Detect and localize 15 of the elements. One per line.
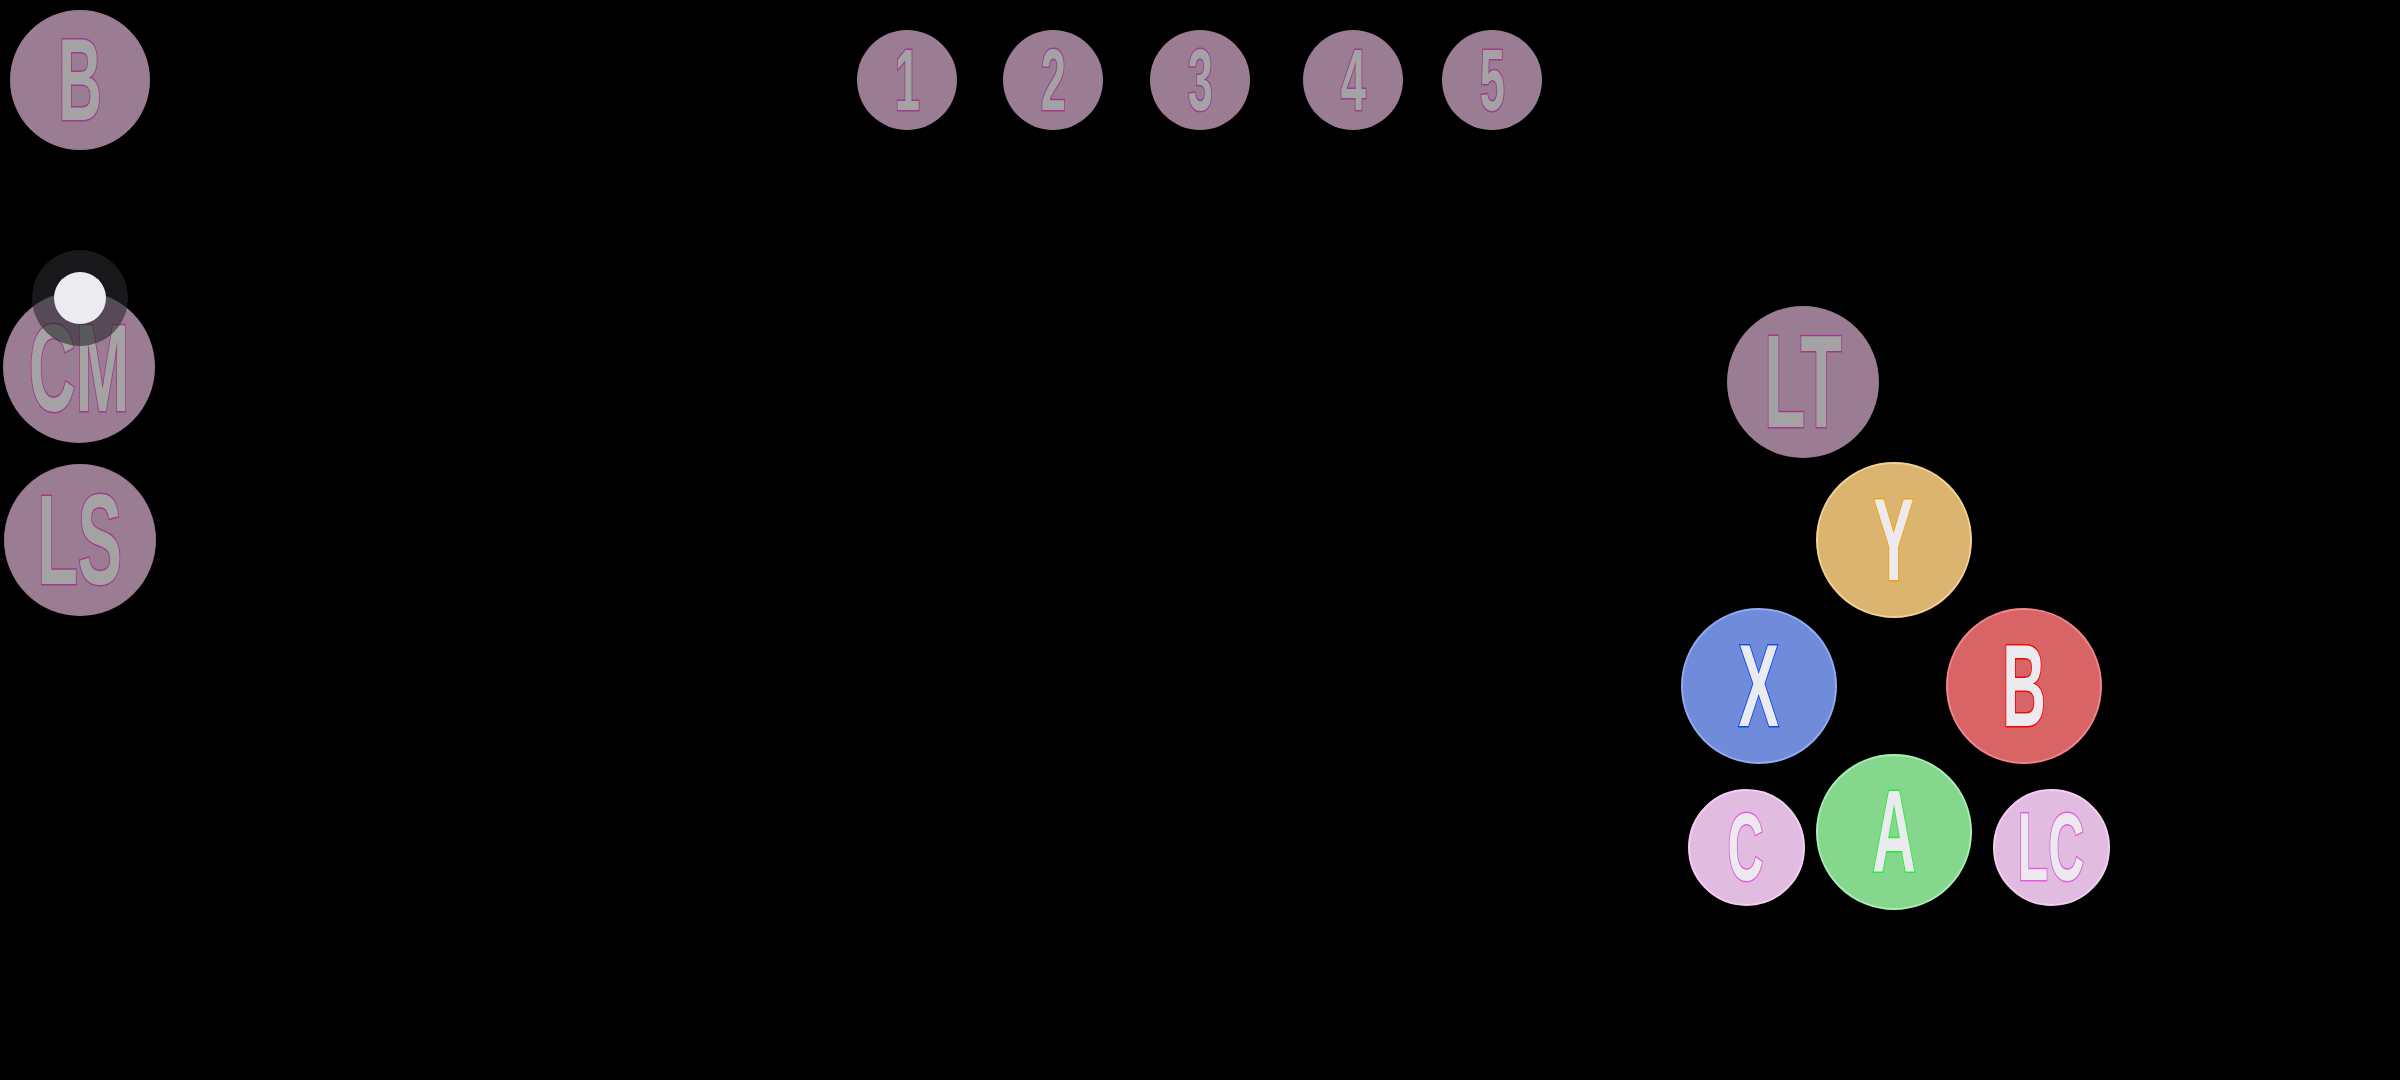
- joystick-knob[interactable]: [54, 272, 106, 324]
- action-button[interactable]: X: [1681, 608, 1837, 764]
- action-button[interactable]: A: [1816, 754, 1972, 910]
- number-button[interactable]: 3: [1150, 30, 1250, 130]
- side-button[interactable]: LS: [4, 464, 156, 616]
- number-button[interactable]: 1: [857, 30, 957, 130]
- side-button[interactable]: B: [10, 10, 150, 150]
- action-button[interactable]: LT: [1727, 306, 1879, 458]
- number-button[interactable]: 5: [1442, 30, 1542, 130]
- number-button[interactable]: 2: [1003, 30, 1103, 130]
- action-button[interactable]: C: [1687, 788, 1805, 906]
- number-button[interactable]: 4: [1303, 30, 1403, 130]
- action-button[interactable]: LC: [1992, 788, 2110, 906]
- action-button[interactable]: B: [1946, 608, 2102, 764]
- action-button[interactable]: Y: [1816, 462, 1972, 618]
